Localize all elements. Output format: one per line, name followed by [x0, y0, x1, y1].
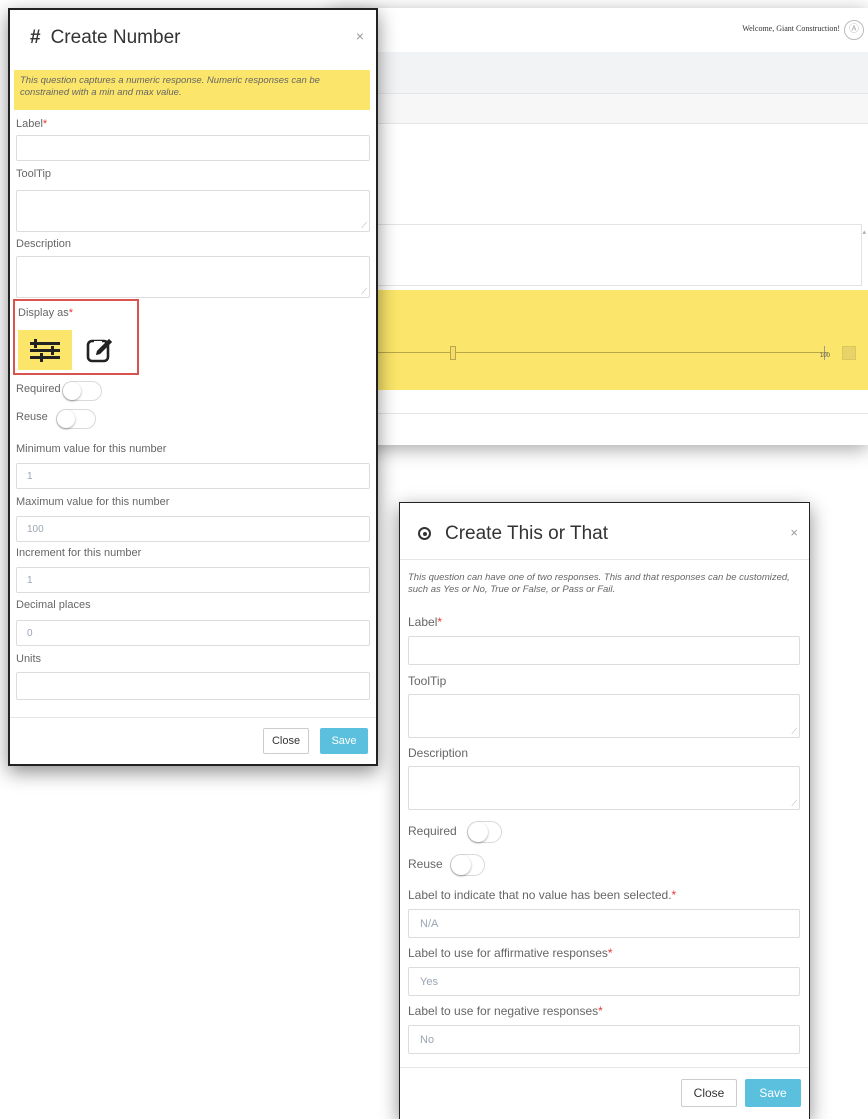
modal-header-divider — [400, 559, 809, 560]
required-toggle[interactable] — [467, 821, 502, 843]
slider-handle[interactable] — [450, 346, 456, 360]
description-field-label: Description — [408, 746, 469, 760]
modal-title-text: Create Number — [50, 27, 181, 48]
required-label: Required — [16, 383, 61, 395]
description-field-label: Description — [16, 238, 72, 250]
description-textarea[interactable]: ⟋ — [408, 766, 800, 810]
create-this-or-that-modal: Create This or That × This question can … — [399, 502, 810, 1119]
tooltip-field-label: ToolTip — [16, 168, 52, 180]
info-callout: This question captures a numeric respons… — [14, 70, 370, 110]
min-value-label: Minimum value for this number — [16, 443, 167, 455]
info-text: This question can have one of two respon… — [408, 572, 790, 595]
app-header: Welcome, Giant Construction! Ⓐ — [330, 8, 868, 52]
tooltip-textarea[interactable]: ⟋ — [16, 190, 370, 232]
modal-footer-divider — [400, 1067, 809, 1068]
decimal-places-input[interactable]: 0 — [16, 620, 370, 646]
increment-input[interactable]: 1 — [16, 567, 370, 593]
modal-title: # Create Number — [30, 27, 180, 49]
required-toggle[interactable] — [62, 381, 102, 401]
save-button[interactable]: Save — [745, 1079, 801, 1107]
close-button[interactable]: Close — [681, 1079, 737, 1107]
close-icon[interactable]: × — [356, 28, 364, 44]
label-input[interactable] — [16, 135, 370, 161]
modal-title-text: Create This or That — [445, 523, 608, 544]
max-value-label: Maximum value for this number — [16, 496, 170, 508]
edit-icon[interactable] — [82, 332, 118, 368]
required-label: Required — [408, 824, 457, 838]
resize-grip-icon: ⟋ — [791, 727, 797, 736]
avatar[interactable]: Ⓐ — [844, 20, 864, 40]
decimal-places-label: Decimal places — [16, 599, 91, 611]
welcome-text: Welcome, Giant Construction! — [742, 24, 840, 33]
tooltip-textarea[interactable]: ⟋ — [408, 694, 800, 738]
slider-icon[interactable] — [18, 330, 72, 370]
app-toolbar-band — [330, 52, 868, 94]
label-field-label: Label* — [16, 118, 48, 130]
tooltip-field-label: ToolTip — [408, 674, 447, 688]
reuse-toggle[interactable] — [450, 854, 485, 876]
slider-track — [330, 352, 828, 353]
slider-value-box — [842, 346, 856, 360]
scroll-arrow-icon: ▴ — [862, 229, 866, 236]
save-button[interactable]: Save — [320, 728, 368, 754]
background-textarea — [370, 224, 862, 286]
affirmative-label: Label to use for affirmative responses* — [408, 946, 613, 960]
min-value-input[interactable]: 1 — [16, 463, 370, 489]
negative-input[interactable]: No — [408, 1025, 800, 1054]
close-icon[interactable]: × — [790, 525, 798, 540]
resize-grip-icon: ⟋ — [361, 221, 367, 230]
reuse-label: Reuse — [408, 857, 443, 871]
resize-grip-icon: ⟋ — [361, 287, 367, 296]
negative-label: Label to use for negative responses* — [408, 1004, 603, 1018]
highlighted-question-row — [330, 290, 868, 390]
max-value-input[interactable]: 100 — [16, 516, 370, 542]
label-field-label: Label* — [408, 615, 443, 629]
close-button[interactable]: Close — [263, 728, 309, 754]
units-input[interactable] — [16, 672, 370, 700]
units-label: Units — [16, 653, 42, 665]
affirmative-input[interactable]: Yes — [408, 967, 800, 996]
reuse-label: Reuse — [16, 411, 48, 423]
description-textarea[interactable]: ⟋ — [16, 256, 370, 298]
no-value-input[interactable]: N/A — [408, 909, 800, 938]
radio-target-icon — [418, 527, 431, 540]
modal-footer-divider — [10, 717, 376, 718]
slider-max-label: 100 — [820, 353, 831, 359]
app-subtoolbar-band — [330, 94, 868, 124]
reuse-toggle[interactable] — [56, 409, 96, 429]
no-value-label: Label to indicate that no value has been… — [408, 888, 677, 902]
hash-icon: # — [30, 27, 41, 48]
label-input[interactable] — [408, 636, 800, 665]
app-footer-band — [330, 392, 868, 414]
increment-label: Increment for this number — [16, 547, 142, 559]
resize-grip-icon: ⟋ — [791, 799, 797, 808]
display-as-label: Display as* — [18, 307, 74, 319]
background-app-window: Welcome, Giant Construction! Ⓐ ▴ 100 — [330, 8, 868, 445]
modal-title: Create This or That — [418, 523, 608, 545]
create-number-modal: # Create Number × This question captures … — [8, 8, 378, 766]
